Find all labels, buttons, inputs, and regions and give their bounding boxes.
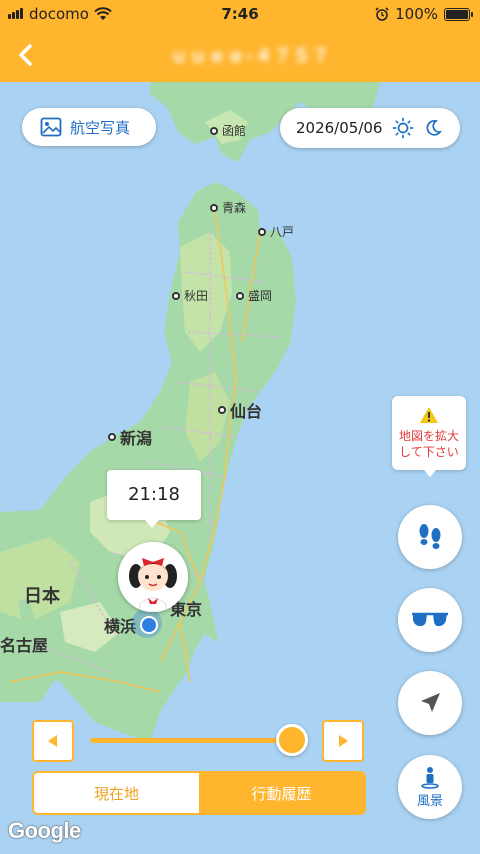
- scenery-label: 風景: [416, 794, 443, 809]
- google-logo: Google: [8, 818, 81, 843]
- location-time-tooltip: 21:18: [107, 470, 201, 528]
- slider-next-button[interactable]: [322, 720, 364, 762]
- timeline-slider-track[interactable]: [90, 738, 290, 743]
- date-selector[interactable]: 2026/05/06: [280, 108, 460, 148]
- alarm-icon: [375, 7, 389, 21]
- region-japan: 日本: [24, 586, 60, 607]
- tab-current-location[interactable]: 現在地: [34, 773, 199, 813]
- mode-segmented-control: 現在地 行動履歴: [32, 771, 366, 815]
- city-nagoya: 名古屋: [0, 636, 49, 655]
- moon-icon[interactable]: [424, 119, 443, 137]
- battery-icon: [444, 7, 473, 21]
- city-hakodate: 函館: [210, 122, 246, 139]
- sunglasses-icon: [412, 612, 448, 627]
- aerial-photo-button[interactable]: 航空写真: [22, 108, 156, 146]
- scenery-button[interactable]: 風景: [398, 755, 462, 819]
- back-button[interactable]: [10, 38, 44, 72]
- city-niigata: 新潟: [108, 425, 152, 449]
- warning-text-line1: 地図を拡大: [398, 429, 459, 443]
- city-sendai: 仙台: [218, 398, 262, 422]
- location-dot: [132, 608, 162, 638]
- warning-text-line2: して下さい: [399, 445, 459, 459]
- city-morioka: 盛岡: [236, 287, 272, 304]
- zoom-warning-tooltip: 地図を拡大 して下さい: [392, 396, 466, 477]
- timeline-slider-knob[interactable]: [276, 724, 308, 756]
- navigate-button[interactable]: [398, 671, 462, 735]
- avatar[interactable]: [118, 542, 188, 612]
- child-avatar-icon: [118, 542, 188, 612]
- date-value: 2026/05/06: [296, 119, 383, 137]
- navigation-arrow-icon: [421, 693, 440, 712]
- device-title: ｕｕｅｅ-４７５７: [170, 46, 331, 67]
- warning-icon: [420, 407, 438, 423]
- sun-icon[interactable]: [392, 117, 414, 139]
- city-hachinohe: 八戸: [258, 223, 294, 240]
- triangle-right-icon: [339, 735, 348, 747]
- city-aomori: 青森: [210, 199, 246, 216]
- nav-bar: ｕｕｅｅ-４７５７: [0, 28, 480, 82]
- footsteps-button[interactable]: [398, 505, 462, 569]
- battery-percent: 100%: [395, 5, 438, 23]
- chevron-left-icon: [19, 44, 32, 66]
- footprints-icon: [419, 524, 441, 549]
- tab-activity-history[interactable]: 行動履歴: [199, 773, 364, 813]
- triangle-left-icon: [48, 735, 57, 747]
- sunglasses-button[interactable]: [398, 588, 462, 652]
- image-icon: [40, 117, 62, 137]
- status-bar: docomo 7:46 100%: [0, 0, 480, 28]
- aerial-photo-label: 航空写真: [70, 118, 131, 137]
- city-akita: 秋田: [172, 287, 208, 304]
- slider-prev-button[interactable]: [32, 720, 74, 762]
- street-view-person-icon: [421, 767, 439, 789]
